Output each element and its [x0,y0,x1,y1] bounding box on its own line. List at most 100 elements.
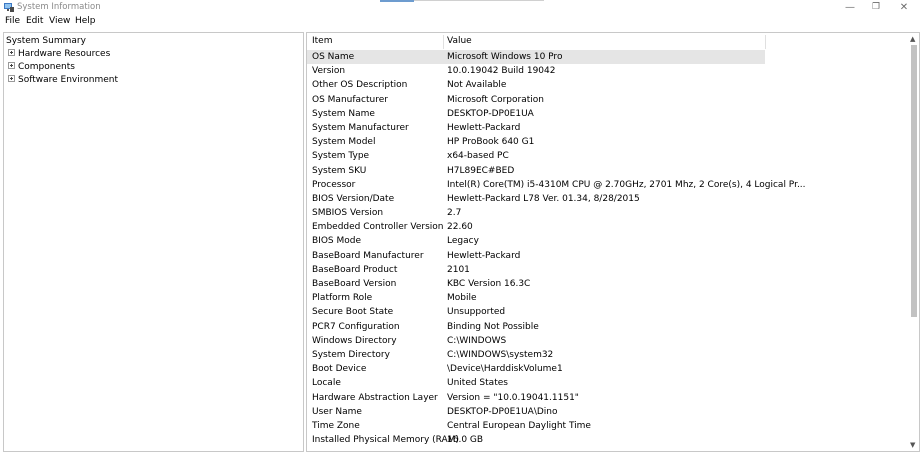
menu-file[interactable]: File [5,16,20,26]
cell-value: x64-based PC [447,151,509,162]
taskbar-indicator [380,0,414,2]
cell-item: Embedded Controller Version [312,222,444,233]
menu-view[interactable]: View [49,16,70,26]
plus-box-icon[interactable] [8,49,15,56]
menu-bar: File Edit View Help [0,15,920,28]
column-header-value[interactable]: Value [447,35,472,49]
table-row[interactable]: Secure Boot State Unsupported [307,305,907,319]
cell-value: Legacy [447,236,479,247]
cell-value: DESKTOP-DP0E1UA\Dino [447,406,558,417]
table-row[interactable]: PCR7 Configuration Binding Not Possible [307,320,907,334]
cell-value: Binding Not Possible [447,321,539,332]
cell-value: C:\WINDOWS [447,335,507,346]
cell-item: Time Zone [312,420,360,431]
menu-edit[interactable]: Edit [26,16,43,26]
table-row[interactable]: Boot Device \Device\HarddiskVolume1 [307,362,907,376]
menu-help[interactable]: Help [75,16,96,26]
table-row[interactable]: Time Zone Central European Daylight Time [307,419,907,433]
table-row[interactable]: System Type x64-based PC [307,149,907,163]
cell-item: PCR7 Configuration [312,321,400,332]
table-row[interactable]: Embedded Controller Version 22.60 [307,220,907,234]
cell-item: Locale [312,378,341,389]
cell-value: Microsoft Corporation [447,94,544,105]
table-row[interactable]: Installed Physical Memory (RAM) 16.0 GB [307,433,907,447]
tree-item-components[interactable]: Components [8,61,75,74]
cell-item: System Model [312,137,376,148]
system-information-icon [4,3,14,12]
cell-item: Platform Role [312,293,373,304]
table-row[interactable]: BIOS Mode Legacy [307,234,907,248]
cell-item: System Type [312,151,370,162]
cell-item: BaseBoard Product [312,264,398,275]
cell-value: KBC Version 16.3C [447,279,531,289]
cell-value: 10.0.19042 Build 19042 [447,66,556,77]
cell-value: Hewlett-Packard L78 Ver. 01.34, 8/28/201… [447,193,640,204]
cell-item: OS Name [312,52,355,62]
window-title: System Information [17,2,101,12]
tree-item-software-environment[interactable]: Software Environment [8,74,118,87]
column-header-item[interactable]: Item [312,35,333,49]
plus-box-icon[interactable] [8,62,15,69]
tree-item-label: Components [18,62,75,72]
cell-item: Installed Physical Memory (RAM) [312,435,459,446]
cell-value: Not Available [447,80,507,91]
vertical-scrollbar[interactable]: ▲ ▼ [908,33,919,451]
cell-item: Hardware Abstraction Layer [312,392,438,403]
table-row[interactable]: System Manufacturer Hewlett-Packard [307,121,907,135]
cell-item: BaseBoard Version [312,279,397,289]
table-row[interactable]: Locale United States [307,376,907,390]
table-row[interactable]: BaseBoard Manufacturer Hewlett-Packard [307,249,907,263]
cell-item: Version [312,66,346,77]
table-row[interactable]: SMBIOS Version 2.7 [307,206,907,220]
table-row[interactable]: Hardware Abstraction Layer Version = "10.… [307,391,907,405]
close-button[interactable]: ✕ [890,1,918,14]
table-row[interactable]: System Model HP ProBook 640 G1 [307,135,907,149]
table-row[interactable]: Platform Role Mobile [307,291,907,305]
cell-value: H7L89EC#BED [447,165,515,176]
tree-item-label: Hardware Resources [18,49,111,59]
table-row[interactable]: BaseBoard Version KBC Version 16.3C [307,277,907,291]
cell-item: BIOS Version/Date [312,193,395,204]
column-divider[interactable] [443,35,444,49]
cell-value: 16.0 GB [447,435,484,446]
cell-item: Processor [312,179,356,190]
chevron-down-icon[interactable]: ▼ [910,441,915,449]
category-tree[interactable]: System Summary Hardware Resources Compon… [3,32,304,452]
cell-value: Mobile [447,293,477,304]
cell-item: System SKU [312,165,367,176]
cell-item: SMBIOS Version [312,208,384,219]
table-row[interactable]: BaseBoard Product 2101 [307,263,907,277]
cell-item: Other OS Description [312,80,408,91]
cell-item: System Directory [312,349,390,360]
table-row[interactable]: System Name DESKTOP-DP0E1UA [307,107,907,121]
table-row[interactable]: Version 10.0.19042 Build 19042 [307,64,907,78]
list-header: Item Value [307,35,766,49]
cell-value: C:\WINDOWS\system32 [447,349,554,360]
table-row[interactable]: Processor Intel(R) Core(TM) i5-4310M CPU … [307,178,907,192]
cell-value: Intel(R) Core(TM) i5-4310M CPU @ 2.70GHz… [447,179,806,190]
cell-value: Hewlett-Packard [447,122,521,133]
minimize-button[interactable]: — [836,1,864,14]
cell-value: 22.60 [447,222,473,233]
restore-button[interactable]: ❐ [862,1,890,14]
table-row[interactable]: Windows Directory C:\WINDOWS [307,334,907,348]
table-row[interactable]: System SKU H7L89EC#BED [307,164,907,178]
table-row[interactable]: BIOS Version/Date Hewlett-Packard L78 Ver… [307,192,907,206]
plus-box-icon[interactable] [8,75,15,82]
chevron-up-icon[interactable]: ▲ [910,35,915,43]
taskbar-indicator-track [414,0,544,1]
table-row[interactable]: OS Manufacturer Microsoft Corporation [307,93,907,107]
cell-item: Windows Directory [312,335,397,346]
table-row[interactable]: System Directory C:\WINDOWS\system32 [307,348,907,362]
cell-item: User Name [312,406,362,417]
table-row[interactable]: User Name DESKTOP-DP0E1UA\Dino [307,405,907,419]
table-row[interactable]: Other OS Description Not Available [307,78,907,92]
column-divider[interactable] [765,35,766,49]
table-row[interactable]: OS Name Microsoft Windows 10 Pro [307,50,765,65]
details-list[interactable]: Item Value OS Name Microsoft Windows 10 P… [306,32,920,452]
cell-item: Secure Boot State [312,307,394,318]
tree-item-hardware-resources[interactable]: Hardware Resources [8,48,110,61]
cell-value: Microsoft Windows 10 Pro [447,52,563,62]
tree-item-system-summary[interactable]: System Summary [6,35,86,48]
scrollbar-thumb[interactable] [911,45,917,317]
